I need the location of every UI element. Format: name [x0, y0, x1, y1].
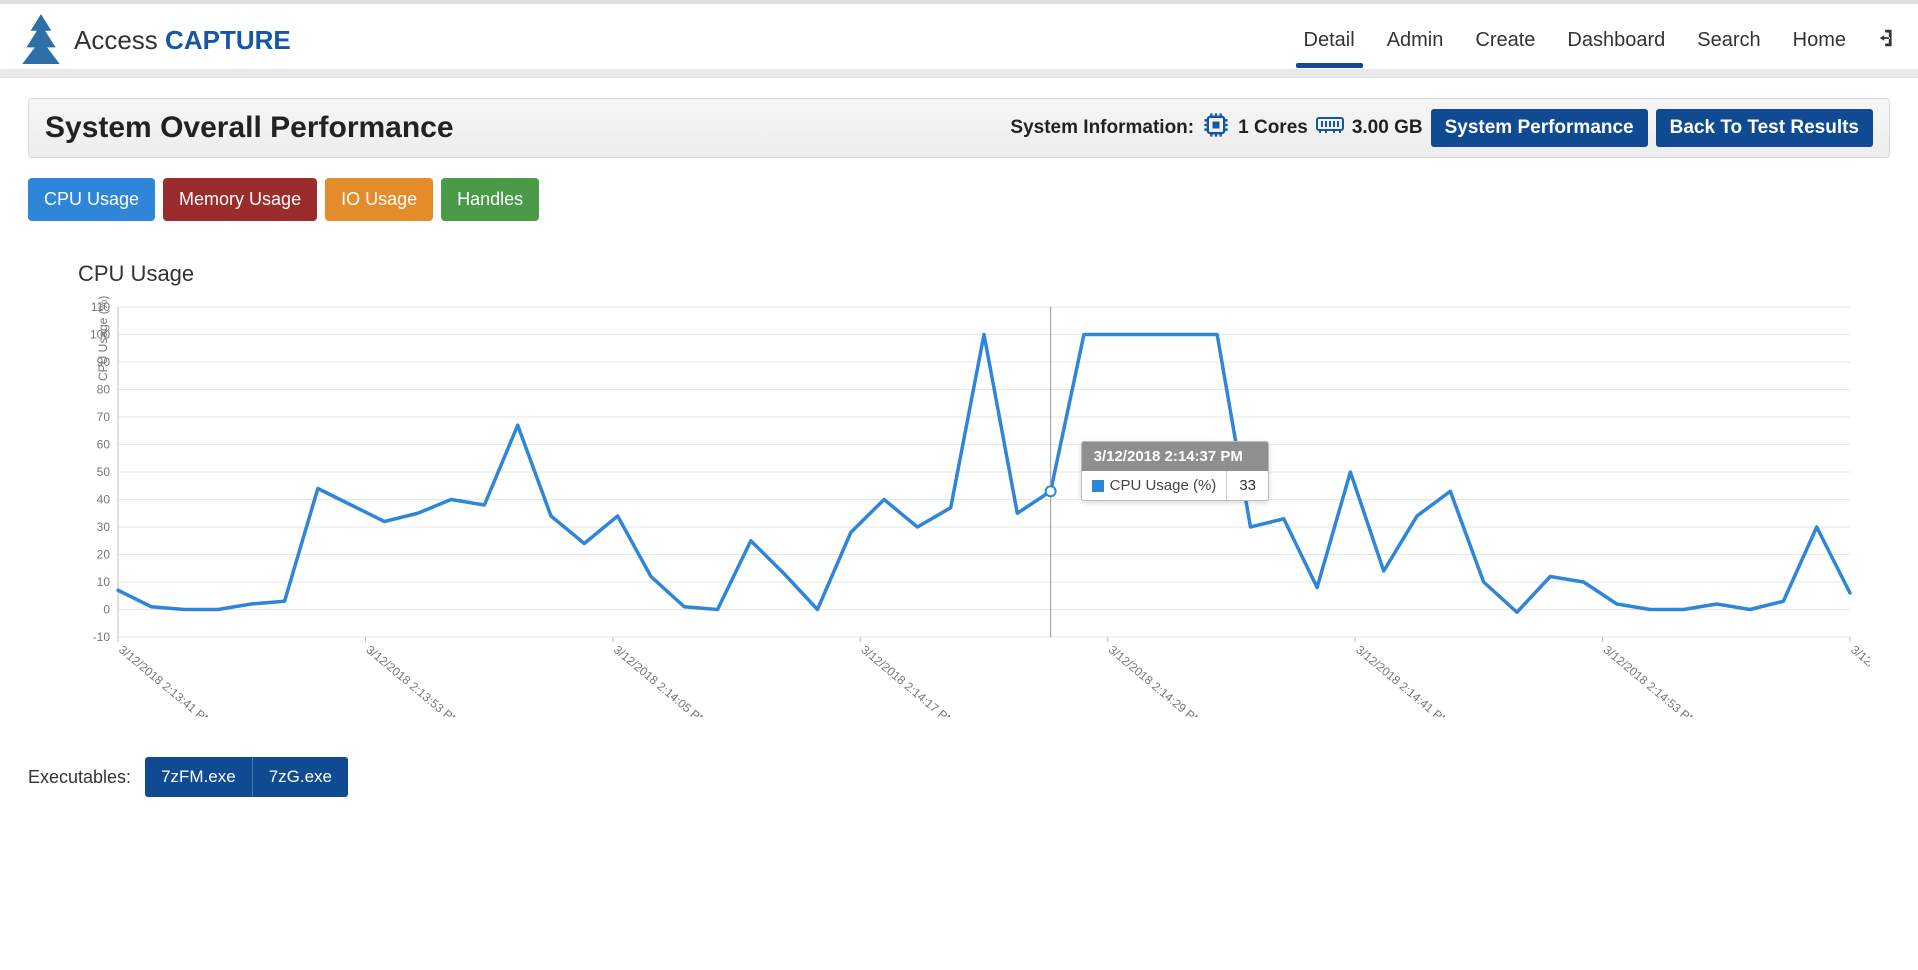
executable-item[interactable]: 7zG.exe — [252, 757, 348, 797]
back-to-results-button[interactable]: Back To Test Results — [1656, 109, 1873, 147]
chart-tooltip: 3/12/2018 2:14:37 PM CPU Usage (%) 33 — [1081, 441, 1269, 501]
svg-text:30: 30 — [97, 520, 111, 534]
svg-text:3/12/2018 2:14:53 PM: 3/12/2018 2:14:53 PM — [1601, 643, 1700, 717]
svg-text:3/12/2018 2:14:41 PM: 3/12/2018 2:14:41 PM — [1353, 643, 1452, 717]
logo-icon — [20, 12, 62, 69]
svg-text:3/12/2018 2:14:17 PM: 3/12/2018 2:14:17 PM — [858, 643, 957, 717]
svg-text:3/12/2018 2:14:05 PM: 3/12/2018 2:14:05 PM — [611, 643, 710, 717]
chart-container: CPU Usage CPU Usage (%) -10 0 10 20 30 40 50 60… — [28, 261, 1890, 717]
tooltip-series-name: CPU Usage (%) — [1110, 477, 1217, 494]
tab-handles[interactable]: Handles — [441, 178, 539, 221]
executables-label: Executables: — [28, 767, 131, 788]
cores-value: 1 Cores — [1238, 117, 1308, 139]
svg-text:0: 0 — [103, 603, 110, 617]
svg-text:60: 60 — [97, 438, 111, 452]
nav-create[interactable]: Create — [1473, 11, 1537, 70]
tab-io-usage[interactable]: IO Usage — [325, 178, 433, 221]
memory-value: 3.00 GB — [1352, 117, 1423, 139]
executables-group: 7zFM.exe 7zG.exe — [145, 757, 348, 797]
system-info-label: System Information: — [1010, 117, 1194, 139]
topbar: Access CAPTURE Detail Admin Create Dashb… — [0, 0, 1918, 78]
memory-icon — [1316, 111, 1344, 145]
tooltip-swatch — [1092, 480, 1104, 492]
svg-text:80: 80 — [97, 383, 111, 397]
page-title: System Overall Performance — [45, 111, 454, 145]
svg-text:70: 70 — [97, 410, 111, 424]
metric-tabs: CPU Usage Memory Usage IO Usage Handles — [28, 178, 1890, 221]
nav-home[interactable]: Home — [1791, 11, 1848, 70]
svg-text:10: 10 — [97, 575, 111, 589]
tooltip-value: 33 — [1226, 471, 1268, 500]
page-header: System Overall Performance System Inform… — [28, 98, 1890, 158]
tab-cpu-usage[interactable]: CPU Usage — [28, 178, 155, 221]
logout-icon[interactable] — [1876, 27, 1898, 54]
tab-memory-usage[interactable]: Memory Usage — [163, 178, 317, 221]
svg-text:40: 40 — [97, 493, 111, 507]
svg-text:50: 50 — [97, 465, 111, 479]
svg-text:-10: -10 — [93, 630, 111, 644]
brand: Access CAPTURE — [20, 12, 291, 69]
svg-text:3/12/2018 2:13:41 PM: 3/12/2018 2:13:41 PM — [116, 643, 215, 717]
nav-dashboard[interactable]: Dashboard — [1565, 11, 1667, 70]
svg-text:3/12/2018 2:15: 3/12/2018 2:15 — [1848, 643, 1870, 705]
executables-row: Executables: 7zFM.exe 7zG.exe — [28, 757, 1890, 797]
system-info: System Information: 1 Cores 3.00 GB Syst… — [1010, 109, 1873, 147]
nav-search[interactable]: Search — [1695, 11, 1762, 70]
system-performance-button[interactable]: System Performance — [1431, 109, 1648, 147]
svg-text:3/12/2018 2:13:53 PM: 3/12/2018 2:13:53 PM — [364, 643, 463, 717]
chart-title: CPU Usage — [78, 261, 1870, 287]
cpu-usage-chart[interactable]: -1001020304050607080901001103/12/2018 2:… — [48, 297, 1870, 717]
executable-item[interactable]: 7zFM.exe — [145, 757, 252, 797]
nav-detail[interactable]: Detail — [1302, 11, 1357, 70]
nav-admin[interactable]: Admin — [1385, 11, 1446, 70]
top-nav: Detail Admin Create Dashboard Search Hom… — [1302, 11, 1898, 70]
svg-text:20: 20 — [97, 548, 111, 562]
cpu-icon — [1202, 111, 1230, 145]
tooltip-time: 3/12/2018 2:14:37 PM — [1082, 442, 1268, 471]
svg-text:3/12/2018 2:14:29 PM: 3/12/2018 2:14:29 PM — [1106, 643, 1205, 717]
brand-text: Access CAPTURE — [74, 25, 291, 56]
y-axis-label: CPU Usage (%) — [96, 296, 110, 381]
